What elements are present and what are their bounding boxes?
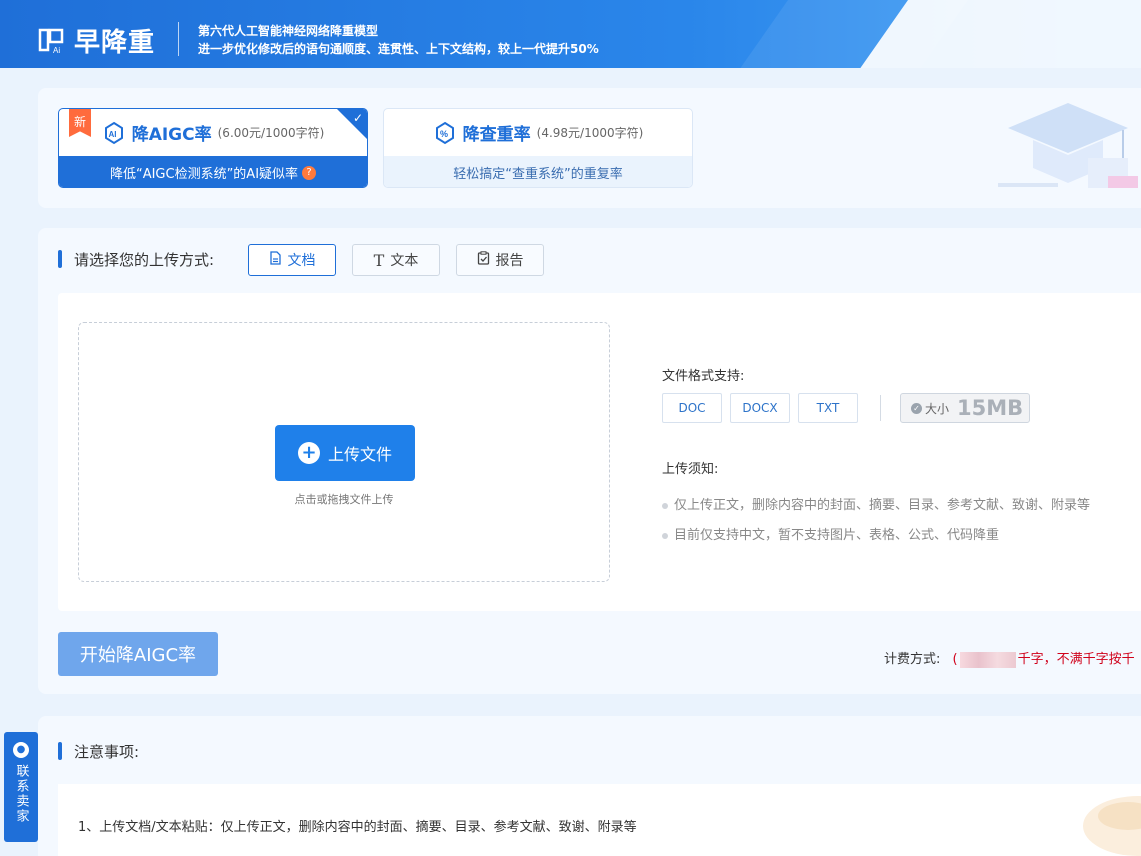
max-size-badge: ✓ 大小 15MB	[900, 393, 1030, 423]
tab-label: 文档	[287, 253, 316, 269]
billing-suffix: 千字，不满千字按千	[1017, 652, 1135, 667]
check-circle-icon: ✓	[911, 402, 922, 414]
mode-desc: 降低“AIGC检测系统”的AI疑似率	[109, 167, 299, 182]
file-dropzone[interactable]: + 上传文件 点击或拖拽文件上传	[78, 322, 610, 582]
svg-text:AI: AI	[108, 130, 116, 139]
upload-panel: 请选择您的上传方式: 文档 T 文本 报告 + 上传文件 点击或拖拽文件上传 文…	[38, 228, 1141, 694]
svg-text:%: %	[440, 129, 448, 139]
text-icon: T	[373, 250, 385, 270]
notes-panel: 注意事项: 1、上传文档/文本粘贴：仅上传正文，删除内容中的封面、摘要、目录、参…	[38, 716, 1141, 856]
contact-seller-button[interactable]: ● 联系卖家	[4, 732, 38, 842]
format-chip-doc: DOC	[662, 393, 722, 423]
mode-price: (4.98元/1000字符)	[536, 126, 644, 140]
section-marker	[58, 250, 62, 268]
contact-label: 联系卖家	[13, 764, 29, 824]
mode-desc-bar: 轻松搞定“查重系统”的重复率	[384, 156, 692, 187]
mode-panel: 新 ✓ AI 降AIGC率 (6.00元/1000字符) 降低“AIGC检测系统…	[38, 88, 1141, 208]
notice-item: 仅上传正文，删除内容中的封面、摘要、目录、参考文献、致谢、附录等	[662, 494, 1090, 513]
mode-title: 降查重率	[462, 125, 531, 145]
upload-notice-label: 上传须知:	[662, 462, 719, 477]
upload-hint: 点击或拖拽文件上传	[294, 493, 394, 506]
format-chip-txt: TXT	[798, 393, 858, 423]
mode-price: (6.00元/1000字符)	[217, 126, 325, 140]
blurred-price	[959, 651, 1016, 668]
format-support-label: 文件格式支持:	[662, 369, 745, 384]
header-tagline-sub: 进一步优化修改后的语句通顺度、连贯性、上下文结构，较上一代提升50%	[198, 42, 599, 56]
bullet-icon	[662, 502, 668, 509]
billing-prefix: (	[952, 652, 958, 667]
notice-text: 仅上传正文，删除内容中的封面、摘要、目录、参考文献、致谢、附录等	[674, 498, 1091, 513]
top-banner: Ai 早降重 第六代人工智能神经网络降重模型 进一步优化修改后的语句通顺度、连贯…	[0, 0, 1141, 68]
mode-card-reduce-aigc[interactable]: 新 ✓ AI 降AIGC率 (6.00元/1000字符) 降低“AIGC检测系统…	[58, 108, 368, 188]
plus-icon: +	[297, 442, 320, 464]
billing-info: 计费方式: ( 千字，不满千字按千	[884, 648, 1135, 668]
tab-text[interactable]: T 文本	[352, 244, 440, 276]
tab-label: 报告	[495, 253, 524, 269]
billing-label: 计费方式:	[884, 652, 941, 667]
ai-shield-icon: AI	[104, 121, 123, 144]
format-divider	[880, 395, 881, 421]
notes-title: 注意事项:	[74, 743, 140, 761]
bullet-icon	[662, 532, 668, 539]
section-marker	[58, 742, 62, 760]
tab-label: 文本	[390, 253, 419, 269]
svg-text:Ai: Ai	[53, 46, 60, 55]
tab-report[interactable]: 报告	[456, 244, 544, 276]
decoration-illustration	[1083, 796, 1141, 856]
percent-shield-icon: %	[435, 121, 454, 144]
notice-item: 目前仅支持中文，暂不支持图片、表格、公式、代码降重	[662, 524, 999, 543]
mode-card-reduce-duplicate[interactable]: % 降查重率 (4.98元/1000字符) 轻松搞定“查重系统”的重复率	[383, 108, 693, 188]
check-icon: ✓	[352, 111, 363, 125]
format-chip-docx: DOCX	[730, 393, 790, 423]
chat-icon: ●	[13, 742, 29, 758]
logo-text: 早降重	[74, 28, 156, 58]
start-button[interactable]: 开始降AIGC率	[58, 632, 218, 676]
help-icon[interactable]: ?	[302, 165, 317, 180]
header-tagline-main: 第六代人工智能神经网络降重模型	[198, 24, 379, 38]
report-icon	[477, 251, 490, 269]
upload-file-button[interactable]: + 上传文件	[275, 425, 415, 481]
size-label: 大小	[925, 401, 950, 416]
size-value: 15MB	[957, 396, 1024, 420]
upload-method-label: 请选择您的上传方式:	[74, 251, 215, 269]
logo[interactable]: Ai 早降重	[38, 22, 155, 59]
graduation-illustration	[998, 103, 1138, 188]
note-line: 1、上传文档/文本粘贴：仅上传正文，删除内容中的封面、摘要、目录、参考文献、致谢…	[78, 820, 637, 835]
header-divider	[178, 22, 179, 56]
mode-desc-bar: 降低“AIGC检测系统”的AI疑似率 ?	[59, 156, 367, 187]
logo-icon: Ai	[38, 28, 64, 55]
notice-text: 目前仅支持中文，暂不支持图片、表格、公式、代码降重	[674, 528, 1000, 543]
document-icon	[269, 251, 282, 269]
mode-desc: 轻松搞定“查重系统”的重复率	[453, 167, 623, 182]
upload-area: + 上传文件 点击或拖拽文件上传 文件格式支持: DOC DOCX TXT ✓ …	[58, 293, 1141, 611]
tab-document[interactable]: 文档	[248, 244, 336, 276]
notes-content: 1、上传文档/文本粘贴：仅上传正文，删除内容中的封面、摘要、目录、参考文献、致谢…	[58, 784, 1141, 856]
mode-title: 降AIGC率	[131, 125, 212, 145]
upload-button-label: 上传文件	[327, 445, 392, 464]
